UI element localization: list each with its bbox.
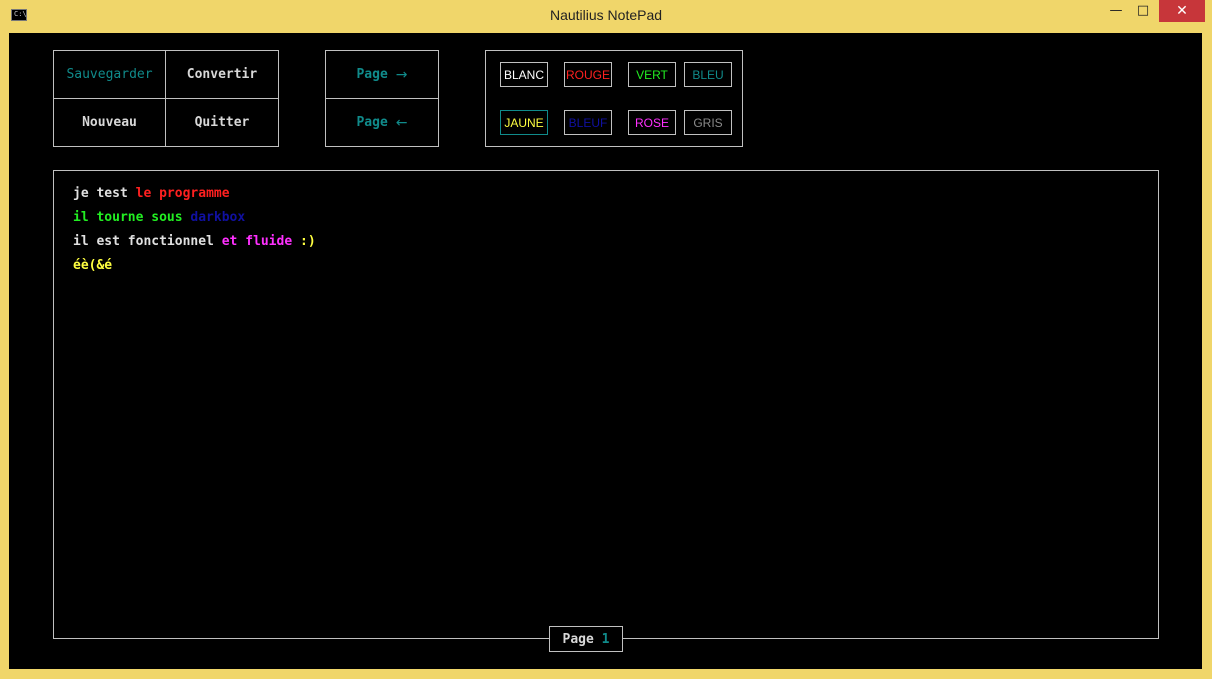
- color-button-vert[interactable]: VERT: [628, 62, 676, 87]
- color-button-bleuf[interactable]: BLEUF: [564, 110, 612, 135]
- next-page-label: Page: [356, 67, 388, 82]
- text-segment: le programme: [135, 186, 230, 201]
- color-button-gris[interactable]: GRIS: [684, 110, 732, 135]
- color-button-rouge[interactable]: ROUGE: [564, 62, 612, 87]
- prev-page-label: Page: [356, 115, 388, 130]
- editor-line: éè(&é: [73, 258, 112, 273]
- page-number: 1: [601, 631, 610, 647]
- close-button[interactable]: ✕: [1159, 0, 1205, 22]
- prev-page-button[interactable]: Page ←: [326, 99, 438, 146]
- editor-line: il est fonctionnel et fluide :): [73, 234, 316, 249]
- text-segment: et fluide: [221, 234, 300, 249]
- save-button[interactable]: Sauvegarder: [54, 51, 165, 98]
- text-segment: éè(&é: [73, 258, 113, 273]
- next-page-button[interactable]: Page →: [326, 51, 438, 98]
- arrow-right-icon: →: [395, 66, 408, 83]
- color-button-jaune[interactable]: JAUNE: [500, 110, 548, 135]
- app-window: C:\ Nautilius NotePad — □ ✕ Sauvegarder …: [0, 0, 1212, 679]
- arrow-left-icon: ←: [395, 114, 408, 131]
- text-segment: il est fonctionnel: [73, 234, 222, 249]
- text-segment: :): [300, 234, 316, 249]
- maximize-button[interactable]: □: [1129, 0, 1157, 22]
- color-button-rose[interactable]: ROSE: [628, 110, 676, 135]
- editor-line: il tourne sous darkbox: [73, 210, 245, 225]
- page-indicator-label: Page: [562, 631, 594, 647]
- text-segment: il tourne sous: [73, 210, 191, 225]
- minimize-button[interactable]: —: [1103, 0, 1129, 22]
- quit-button[interactable]: Quitter: [166, 99, 278, 146]
- text-segment: darkbox: [190, 210, 246, 225]
- window-title: Nautilius NotePad: [549, 7, 663, 23]
- color-button-bleu[interactable]: BLEU: [684, 62, 732, 87]
- console-area: Sauvegarder Convertir Nouveau Quitter Pa…: [9, 33, 1202, 669]
- title-bar[interactable]: C:\ Nautilius NotePad — □ ✕: [0, 0, 1212, 32]
- page-indicator: Page 1: [549, 626, 623, 652]
- convert-button[interactable]: Convertir: [166, 51, 278, 98]
- text-segment: je test: [73, 186, 136, 201]
- editor-line: je test le programme: [73, 186, 230, 201]
- color-button-blanc[interactable]: BLANC: [500, 62, 548, 87]
- new-button[interactable]: Nouveau: [54, 99, 165, 146]
